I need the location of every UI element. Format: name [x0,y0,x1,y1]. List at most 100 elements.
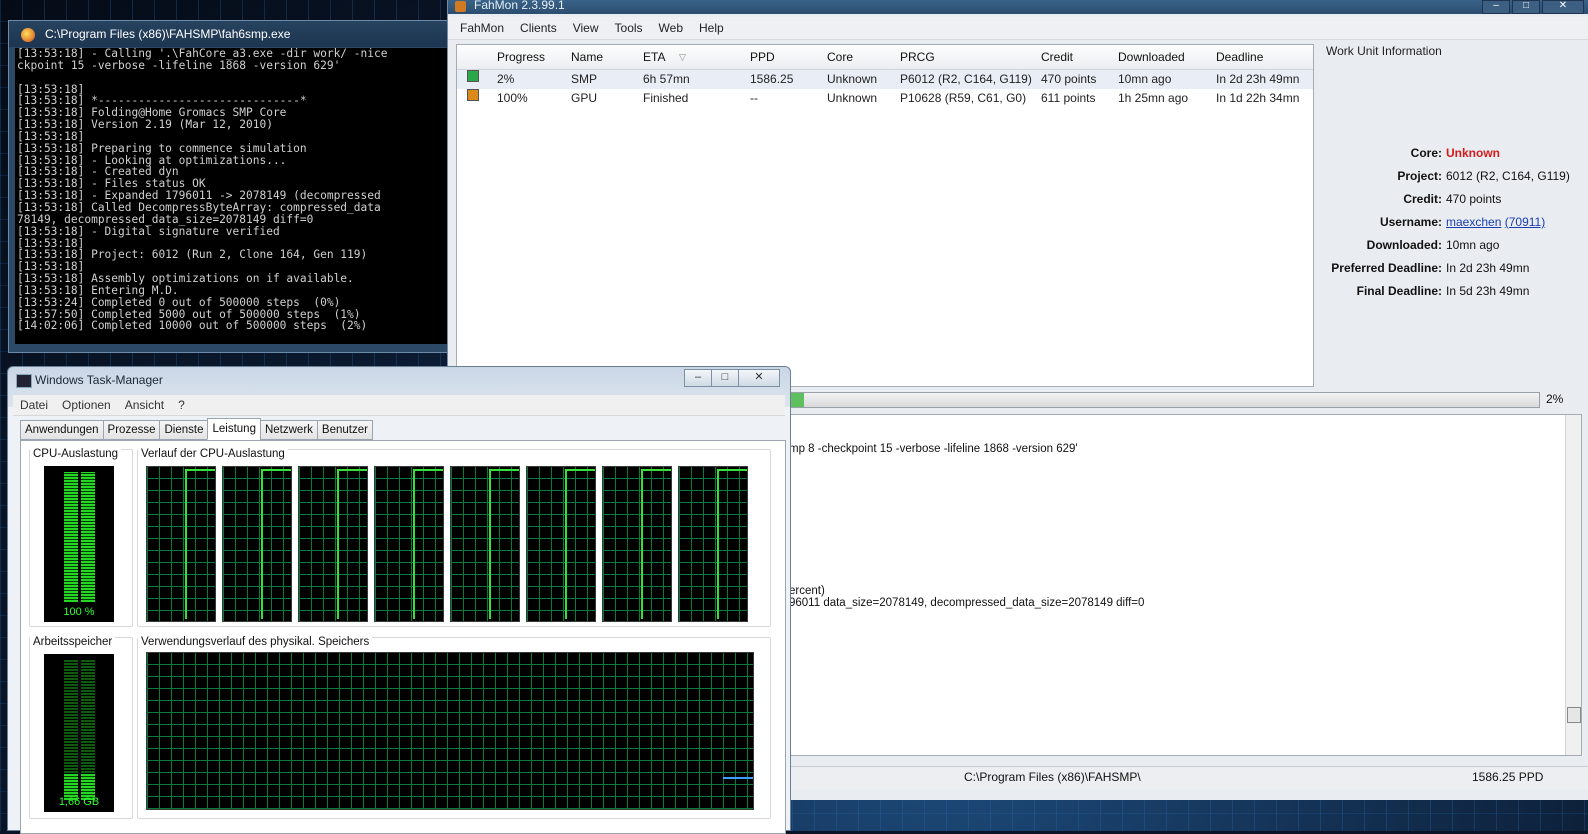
work-unit-panel: Work Unit Information Core: Unknown Proje… [1318,40,1586,386]
username-link[interactable]: maexchen [1446,215,1501,229]
console-output[interactable]: [13:53:18] - Calling '.\FahCore_a3.exe -… [15,48,447,344]
log-line: ercent) [789,585,825,597]
col-prcg[interactable]: PRCG [900,45,935,69]
console-text: [13:53:18] - Calling '.\FahCore_a3.exe -… [17,48,388,333]
progress-fill [789,393,804,407]
wu-credit-value: 470 points [1446,192,1502,206]
wu-progress-percent: 2% [1546,392,1564,406]
cpu-core-usage-line [413,469,415,619]
wu-project-label: Project: [1397,169,1442,183]
fahmon-app-icon [455,1,466,12]
wu-core-label: Core: [1410,146,1442,160]
cpu-core-graph [146,466,216,622]
col-name[interactable]: Name [571,45,603,69]
col-core[interactable]: Core [827,45,853,69]
menu-help[interactable]: ? [178,398,185,412]
wu-credit-label: Credit: [1403,192,1442,206]
cpu-core-graph [678,466,748,622]
menu-datei[interactable]: Datei [20,398,48,412]
menu-web[interactable]: Web [659,21,683,35]
memory-group: Arbeitsspeicher 1,66 GB [29,636,133,819]
menu-clients[interactable]: Clients [520,21,557,35]
cell-deadline: In 2d 23h 49mn [1216,72,1300,86]
wu-progress-bar [788,392,1540,408]
col-deadline[interactable]: Deadline [1216,45,1263,69]
cpu-core-usage-line [565,469,567,619]
menu-ansicht[interactable]: Ansicht [125,398,164,412]
log-line: 96011 data_size=2078149, decompressed_da… [789,597,1145,609]
taskmgr-maximize-button[interactable]: □ [711,369,739,387]
cell-credit: 611 points [1041,91,1096,105]
cell-ppd: -- [750,91,758,105]
performance-page: CPU-Auslastung 100 % Verlauf der CPU-Aus… [20,440,786,834]
console-title: C:\Program Files (x86)\FAHSMP\fah6smp.ex… [45,27,291,41]
tab-dienste[interactable]: Dienste [159,420,209,440]
wu-project-value: 6012 (R2, C164, G119) [1446,169,1570,183]
taskmgr-titlebar[interactable]: Windows Task-Manager – □ ✕ [8,367,790,395]
col-progress[interactable]: Progress [497,45,545,69]
taskmgr-minimize-button[interactable]: – [684,369,712,387]
user-id-link[interactable]: (70911) [1505,215,1545,229]
tab-prozesse[interactable]: Prozesse [102,420,161,440]
tab-netzwerk[interactable]: Netzwerk [259,420,318,440]
console-titlebar[interactable]: C:\Program Files (x86)\FAHSMP\fah6smp.ex… [9,21,453,47]
cpu-core-usage-top [185,469,215,471]
table-row[interactable]: 100% GPU Finished -- Unknown P10628 (R59… [457,89,1313,108]
fahmon-titlebar[interactable]: FahMon 2.3.99.1 – □ ✕ [448,0,1588,14]
status-ppd: 1586.25 PPD [1472,770,1544,784]
cell-credit: 470 points [1041,72,1097,86]
cpu-core-graph [526,466,596,622]
cell-prcg: P10628 (R59, C61, G0) [900,91,1027,105]
status-square-icon [467,89,479,101]
cell-name: GPU [571,91,598,105]
tab-benutzer[interactable]: Benutzer [316,420,373,440]
memory-history-graph [146,652,754,810]
cpu-usage-label: CPU-Auslastung [30,448,122,460]
clients-table[interactable]: Progress Name ETA ▽ PPD Core PRCG Credit… [456,44,1314,387]
task-manager-window[interactable]: Windows Task-Manager – □ ✕ Datei Optione… [7,366,791,834]
minimize-button[interactable]: – [1482,0,1510,14]
menu-optionen[interactable]: Optionen [62,398,111,412]
fahmon-title: FahMon 2.3.99.1 [474,0,565,12]
log-line: mp 8 -checkpoint 15 -verbose -lifeline 1… [789,443,1078,455]
cell-name: SMP [571,72,598,86]
wu-username-label: Username: [1379,215,1442,229]
log-scrollbar[interactable] [1565,415,1581,755]
status-bar: C:\Program Files (x86)\FAHSMP\ 1586.25 P… [788,766,1588,789]
cell-core: Unknown [827,72,878,86]
cpu-meter: 100 % [44,466,114,622]
wu-final-deadline-label: Final Deadline: [1356,284,1442,298]
scroll-thumb[interactable] [1567,707,1581,723]
taskmgr-close-button[interactable]: ✕ [738,369,780,387]
taskmgr-app-icon [16,374,32,388]
menu-help[interactable]: Help [699,21,724,35]
cpu-core-usage-top [261,469,291,471]
cpu-core-usage-top [489,469,519,471]
log-pane[interactable]: mp 8 -checkpoint 15 -verbose -lifeline 1… [788,414,1582,756]
cpu-core-usage-line [717,469,719,619]
maximize-button[interactable]: □ [1512,0,1540,14]
cpu-meter-bars [52,472,106,602]
wu-preferred-deadline-value: In 2d 23h 49mn [1446,261,1530,275]
col-credit[interactable]: Credit [1041,45,1073,69]
tab-leistung[interactable]: Leistung [207,418,261,440]
cpu-core-graph [374,466,444,622]
col-eta[interactable]: ETA [643,45,665,69]
cell-core: Unknown [827,91,878,105]
console-window[interactable]: C:\Program Files (x86)\FAHSMP\fah6smp.ex… [8,20,454,353]
menu-tools[interactable]: Tools [615,21,643,35]
cell-progress: 100% [497,91,528,105]
menu-view[interactable]: View [573,21,599,35]
close-button[interactable]: ✕ [1542,0,1584,14]
col-ppd[interactable]: PPD [750,45,775,69]
menu-fahmon[interactable]: FahMon [460,21,504,35]
col-downloaded[interactable]: Downloaded [1118,45,1185,69]
cpu-core-graph [222,466,292,622]
tab-anwendungen[interactable]: Anwendungen [20,420,104,440]
cpu-history-group: Verlauf der CPU-Auslastung [137,448,771,627]
table-row[interactable]: 2% SMP 6h 57mn 1586.25 Unknown P6012 (R2… [457,70,1313,89]
cpu-history-label: Verlauf der CPU-Auslastung [138,448,288,460]
cpu-core-usage-line [489,469,491,619]
wu-username-value: maexchen (70911) [1446,213,1545,231]
cpu-usage-value: 100 % [63,606,95,618]
